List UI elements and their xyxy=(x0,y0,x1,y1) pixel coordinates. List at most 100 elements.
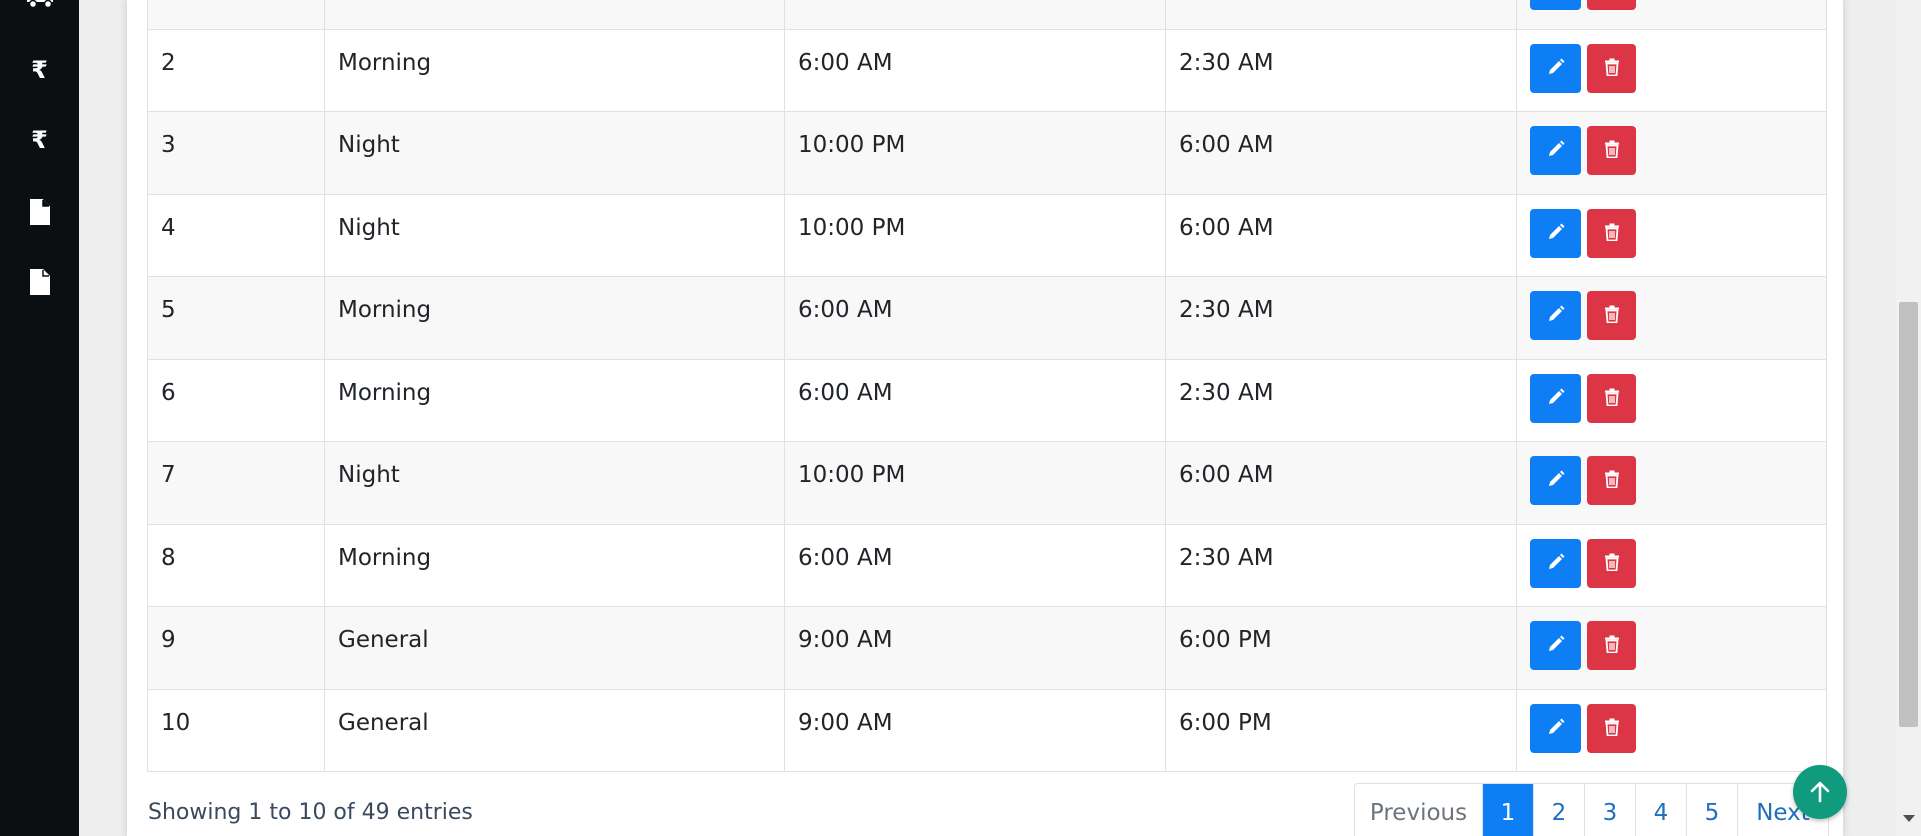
cell-no: 9 xyxy=(147,606,325,690)
delete-button[interactable] xyxy=(1587,703,1636,753)
edit-button[interactable] xyxy=(1530,621,1581,670)
previous-page-button[interactable]: Previous xyxy=(1355,784,1483,836)
cell-end-time: 6:00 PM xyxy=(1165,606,1517,690)
trash-icon xyxy=(1604,635,1620,656)
cell-start-time: 6:00 AM xyxy=(784,28,1166,112)
delete-button[interactable] xyxy=(1587,621,1636,670)
cell-end-time xyxy=(1165,0,1517,30)
cell-end-time: 6:00 PM xyxy=(1165,688,1517,772)
page-5-button[interactable]: 5 xyxy=(1687,784,1738,836)
cell-no: 6 xyxy=(147,358,325,442)
table-row xyxy=(147,0,1827,30)
page-4-button[interactable]: 4 xyxy=(1636,784,1687,836)
rupee-glyph: ₹ xyxy=(31,126,48,154)
pencil-icon xyxy=(1546,717,1566,740)
cell-end-time: 6:00 AM xyxy=(1165,111,1517,195)
cell-start-time: 10:00 PM xyxy=(784,193,1166,277)
document-icon[interactable] xyxy=(0,192,79,232)
delete-button[interactable] xyxy=(1587,291,1636,340)
trash-icon xyxy=(1604,470,1620,491)
delete-button[interactable] xyxy=(1587,373,1636,423)
cell-actions xyxy=(1516,688,1827,772)
table-row: 2 Morning 6:00 AM 2:30 AM xyxy=(147,28,1827,112)
data-table: 2 Morning 6:00 AM 2:30 AM 3 Night 10:00 PM 6:00… xyxy=(147,0,1827,772)
table-row: 9 General 9:00 AM 6:00 PM xyxy=(147,606,1827,690)
cell-start-time: 10:00 PM xyxy=(784,441,1166,525)
edit-button[interactable] xyxy=(1530,126,1581,175)
shift-table: 2 Morning 6:00 AM 2:30 AM 3 Night 10:00 PM 6:00… xyxy=(147,0,1827,772)
cell-start-time xyxy=(784,0,1166,30)
trash-icon xyxy=(1604,58,1620,79)
page-3-button[interactable]: 3 xyxy=(1585,784,1636,836)
cell-start-time: 6:00 AM xyxy=(784,523,1166,607)
edit-button[interactable] xyxy=(1530,43,1581,93)
edit-button[interactable] xyxy=(1530,373,1581,423)
cell-shift: Morning xyxy=(324,276,785,360)
cell-actions xyxy=(1516,523,1827,607)
rupee-icon[interactable]: ₹ xyxy=(0,50,79,90)
cell-start-time: 10:00 PM xyxy=(784,111,1166,195)
cell-shift: Morning xyxy=(324,28,785,112)
cell-end-time: 6:00 AM xyxy=(1165,193,1517,277)
delete-button[interactable] xyxy=(1587,126,1636,175)
scroll-down-arrow[interactable] xyxy=(1903,815,1915,822)
cell-actions xyxy=(1516,111,1827,195)
cell-end-time: 6:00 AM xyxy=(1165,441,1517,525)
pencil-icon xyxy=(1546,552,1566,575)
pencil-icon xyxy=(1546,634,1566,657)
entries-info: Showing 1 to 10 of 49 entries xyxy=(148,800,473,825)
cell-end-time: 2:30 AM xyxy=(1165,358,1517,442)
edit-button[interactable] xyxy=(1530,538,1581,588)
cell-shift: Night xyxy=(324,111,785,195)
cell-start-time: 6:00 AM xyxy=(784,276,1166,360)
cell-no: 4 xyxy=(147,193,325,277)
edit-button[interactable] xyxy=(1530,208,1581,258)
page-2-button[interactable]: 2 xyxy=(1534,784,1585,836)
rupee-glyph: ₹ xyxy=(31,56,48,84)
cell-actions xyxy=(1516,358,1827,442)
delete-button[interactable] xyxy=(1587,0,1636,10)
cell-actions xyxy=(1516,441,1827,525)
pencil-icon xyxy=(1546,387,1566,410)
sidebar: ₹ ₹ xyxy=(0,0,79,836)
cell-actions xyxy=(1516,606,1827,690)
scrollbar-thumb[interactable] xyxy=(1899,302,1918,727)
cell-actions xyxy=(1516,28,1827,112)
document-icon[interactable] xyxy=(0,262,79,302)
cell-end-time: 2:30 AM xyxy=(1165,523,1517,607)
cell-actions xyxy=(1516,193,1827,277)
edit-button[interactable] xyxy=(1530,456,1581,505)
rupee-icon[interactable]: ₹ xyxy=(0,120,79,160)
cell-shift: Morning xyxy=(324,523,785,607)
edit-button[interactable] xyxy=(1530,703,1581,753)
cell-no: 7 xyxy=(147,441,325,525)
cell-no: 3 xyxy=(147,111,325,195)
cell-start-time: 9:00 AM xyxy=(784,606,1166,690)
delete-button[interactable] xyxy=(1587,456,1636,505)
trash-icon xyxy=(1604,718,1620,739)
delete-button[interactable] xyxy=(1587,538,1636,588)
cell-no: 2 xyxy=(147,28,325,112)
cell-shift: Night xyxy=(324,441,785,525)
pencil-icon xyxy=(1546,139,1566,162)
pencil-icon xyxy=(1546,222,1566,245)
delete-button[interactable] xyxy=(1587,43,1636,93)
edit-button[interactable] xyxy=(1530,0,1581,10)
table-row: 10 General 9:00 AM 6:00 PM xyxy=(147,688,1827,772)
scroll-to-top-button[interactable] xyxy=(1793,765,1847,819)
cell-end-time: 2:30 AM xyxy=(1165,276,1517,360)
table-row: 7 Night 10:00 PM 6:00 AM xyxy=(147,441,1827,525)
pagination: Previous 1 2 3 4 5 Next xyxy=(1354,783,1829,836)
truck-icon[interactable] xyxy=(0,0,79,18)
table-row: 8 Morning 6:00 AM 2:30 AM xyxy=(147,523,1827,607)
page-1-button[interactable]: 1 xyxy=(1483,784,1534,836)
cell-start-time: 9:00 AM xyxy=(784,688,1166,772)
table-row: 4 Night 10:00 PM 6:00 AM xyxy=(147,193,1827,277)
pencil-icon xyxy=(1546,304,1566,327)
delete-button[interactable] xyxy=(1587,208,1636,258)
cell-shift: Night xyxy=(324,193,785,277)
edit-button[interactable] xyxy=(1530,291,1581,340)
cell-actions xyxy=(1516,276,1827,360)
pencil-icon xyxy=(1546,57,1566,80)
cell-no: 8 xyxy=(147,523,325,607)
